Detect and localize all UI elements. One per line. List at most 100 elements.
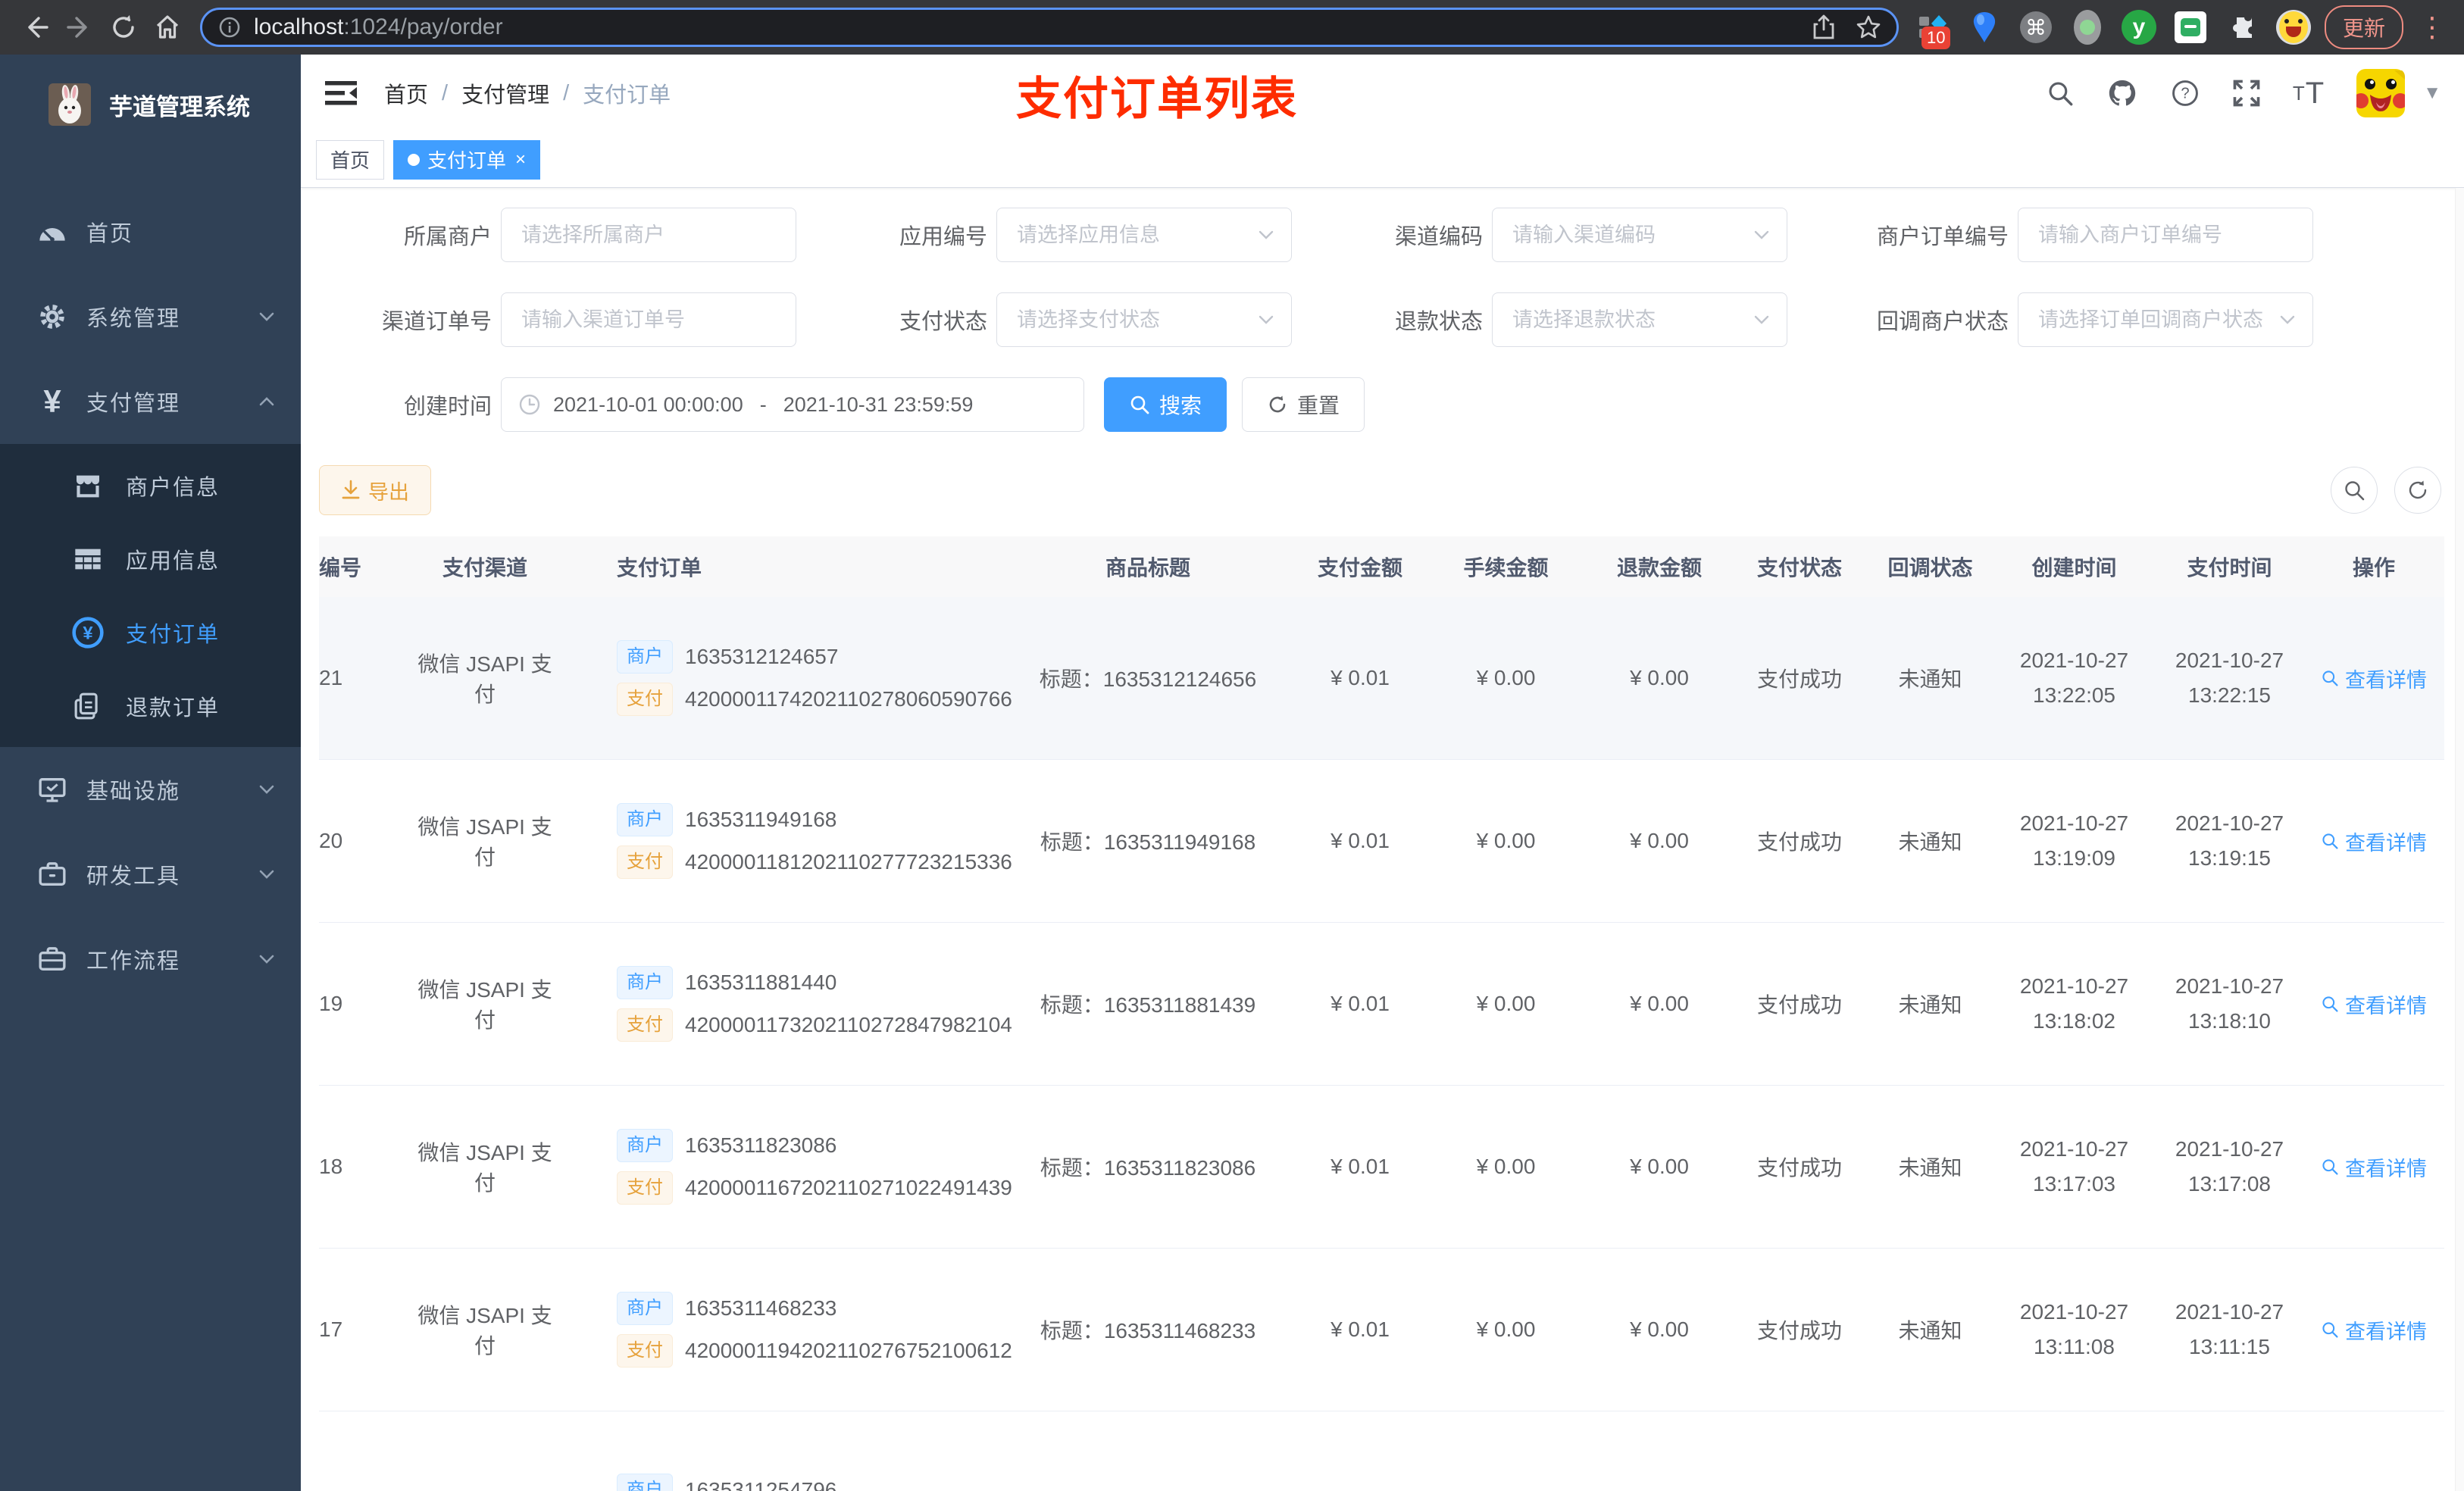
navbar: 首页 / 支付管理 / 支付订单 支付订单列表 ? T T ▼ xyxy=(301,55,2464,132)
view-detail-link[interactable]: 查看详情 xyxy=(2321,664,2427,693)
browser-menu-icon[interactable]: ⋮ xyxy=(2414,11,2450,43)
chrome-update-button[interactable]: 更新 xyxy=(2324,5,2403,49)
view-detail-link[interactable]: 查看详情 xyxy=(2321,989,2427,1019)
notify-status-select[interactable] xyxy=(2018,292,2313,347)
chevron-down-icon xyxy=(1753,226,1771,244)
breadcrumb-home[interactable]: 首页 xyxy=(384,77,428,109)
notify-status-field xyxy=(2018,292,2313,347)
grid-icon xyxy=(67,544,109,574)
app-logo[interactable]: 芋道管理系统 xyxy=(0,55,301,155)
dashboard-icon xyxy=(33,217,71,247)
sidebar-item-system[interactable]: 系统管理 xyxy=(0,274,301,359)
share-icon[interactable] xyxy=(1812,14,1836,40)
github-icon[interactable] xyxy=(2106,77,2138,109)
merchant-order-no-input[interactable] xyxy=(2018,208,2313,262)
sidebar-item-workflow[interactable]: 工作流程 xyxy=(0,917,301,1002)
shop-icon xyxy=(67,470,109,501)
merchant-input[interactable] xyxy=(501,208,796,262)
command-extension-icon[interactable]: ⌘ xyxy=(2018,10,2053,45)
site-info-icon[interactable] xyxy=(217,15,242,39)
view-detail-link[interactable]: 查看详情 xyxy=(2321,827,2427,856)
toggle-search-icon[interactable] xyxy=(2331,467,2378,514)
merchant-order-no-field xyxy=(2018,208,2313,262)
tag-close-icon[interactable]: × xyxy=(515,149,526,170)
bookmark-star-icon[interactable] xyxy=(1856,14,1881,40)
user-avatar[interactable] xyxy=(2356,69,2406,117)
y-extension-icon[interactable]: y xyxy=(2121,10,2156,45)
extensions-puzzle-icon[interactable] xyxy=(2225,10,2259,45)
sidebar-item-refund-order[interactable]: 退款订单 xyxy=(0,669,301,742)
search-icon[interactable] xyxy=(2046,79,2075,108)
clock-icon xyxy=(518,393,541,416)
help-icon[interactable]: ? xyxy=(2170,78,2200,108)
payment-submenu: 商户信息 应用信息 ¥ 支付订单 退款订单 xyxy=(0,444,301,747)
table-row[interactable]: 18 微信 JSAPI 支付 商户 1635311823086 支付 4200001… xyxy=(319,1086,2444,1249)
tags-view: 首页 支付订单 × xyxy=(301,132,2464,188)
table-row[interactable]: 商户 1635311254796 xyxy=(319,1411,2444,1491)
pay-status-field xyxy=(996,292,1292,347)
browser-forward-icon[interactable] xyxy=(58,5,102,49)
merchant-tag: 商户 xyxy=(617,1292,673,1325)
tab-manager-extension-icon[interactable]: 10 xyxy=(1915,10,1951,49)
notify-status-label: 回调商户状态 xyxy=(1876,310,2009,334)
fullscreen-icon[interactable] xyxy=(2232,79,2261,108)
channel-code-field xyxy=(1492,208,1787,262)
toolbox-icon xyxy=(33,859,71,889)
export-button[interactable]: 导出 xyxy=(319,465,431,515)
merchant-order-no-label: 商户订单编号 xyxy=(1876,225,2009,249)
channel-order-no-input[interactable] xyxy=(501,292,796,347)
app-label: 应用编号 xyxy=(899,225,987,249)
app-field xyxy=(996,208,1292,262)
filter-row-3: 创建时间 2021-10-01 00:00:00 - 2021-10-31 23… xyxy=(319,377,2444,432)
sidebar-item-pay-order[interactable]: ¥ 支付订单 xyxy=(0,595,301,669)
grey-oval-extension-icon[interactable] xyxy=(2070,10,2105,45)
yen-circle-icon: ¥ xyxy=(67,616,109,649)
chat-extension-icon[interactable] xyxy=(2173,10,2208,45)
refresh-icon[interactable] xyxy=(2394,467,2441,514)
sidebar-collapse-icon[interactable] xyxy=(324,76,358,111)
create-time-range-picker[interactable]: 2021-10-01 00:00:00 - 2021-10-31 23:59:5… xyxy=(501,377,1084,432)
app-select[interactable] xyxy=(996,208,1292,262)
sidebar-item-payment[interactable]: ¥ 支付管理 xyxy=(0,359,301,444)
navbar-actions: ? TT ▼ xyxy=(2046,69,2441,117)
page-scrollbar[interactable] xyxy=(2455,188,2464,1491)
date-separator: - xyxy=(759,392,767,416)
browser-home-icon[interactable] xyxy=(145,5,189,49)
tag-pay-order[interactable]: 支付订单 × xyxy=(393,139,541,180)
monitor-icon xyxy=(33,774,71,805)
tag-home[interactable]: 首页 xyxy=(316,139,385,180)
chevron-down-icon xyxy=(1257,226,1275,244)
view-detail-link[interactable]: 查看详情 xyxy=(2321,1152,2427,1182)
pay-status-label: 支付状态 xyxy=(899,310,987,334)
table-row[interactable]: 20 微信 JSAPI 支付 商户 1635311949168 支付 4200001… xyxy=(319,760,2444,923)
table-row[interactable]: 17 微信 JSAPI 支付 商户 1635311468233 支付 4200001… xyxy=(319,1249,2444,1411)
table-row[interactable]: 19 微信 JSAPI 支付 商户 1635311881440 支付 4200001… xyxy=(319,923,2444,1086)
sidebar-item-dev-tools[interactable]: 研发工具 xyxy=(0,832,301,917)
refund-status-select[interactable] xyxy=(1492,292,1787,347)
browser-reload-icon[interactable] xyxy=(102,5,145,49)
sidebar-item-merchant-info[interactable]: 商户信息 xyxy=(0,449,301,522)
avatar-caret-icon[interactable]: ▼ xyxy=(2423,83,2441,104)
chevron-down-icon xyxy=(257,949,277,969)
chevron-down-icon xyxy=(257,307,277,327)
table-row[interactable]: 21 微信 JSAPI 支付 商户 1635312124657 支付 4200001… xyxy=(319,597,2444,760)
balloon-extension-icon[interactable] xyxy=(1967,10,2002,45)
view-detail-link[interactable]: 查看详情 xyxy=(2321,1315,2427,1345)
channel-order-no-label: 渠道订单号 xyxy=(381,310,492,334)
search-button[interactable]: 搜索 xyxy=(1104,377,1227,432)
breadcrumb-payment[interactable]: 支付管理 xyxy=(461,77,549,109)
chevron-down-icon xyxy=(1257,311,1275,329)
emoji-extension-icon[interactable] xyxy=(2275,10,2311,45)
sidebar-item-home[interactable]: 首页 xyxy=(0,189,301,274)
reset-button[interactable]: 重置 xyxy=(1242,377,1365,432)
sidebar-item-infrastructure[interactable]: 基础设施 xyxy=(0,747,301,832)
sidebar: 芋道管理系统 首页 系统管理 ¥ 支付管理 商户信息 应用信息 ¥ 支付订单 退… xyxy=(0,55,301,1491)
browser-back-icon[interactable] xyxy=(14,5,58,49)
browser-address-bar[interactable]: localhost:1024/pay/order xyxy=(200,8,1899,47)
page-content: 所属商户 应用编号 渠道编码 商户订单编号 xyxy=(301,188,2464,1491)
sidebar-item-app-info[interactable]: 应用信息 xyxy=(0,522,301,595)
pay-status-select[interactable] xyxy=(996,292,1292,347)
merchant-label: 所属商户 xyxy=(403,225,492,249)
channel-code-select[interactable] xyxy=(1492,208,1787,262)
font-size-icon[interactable]: TT xyxy=(2293,77,2325,111)
